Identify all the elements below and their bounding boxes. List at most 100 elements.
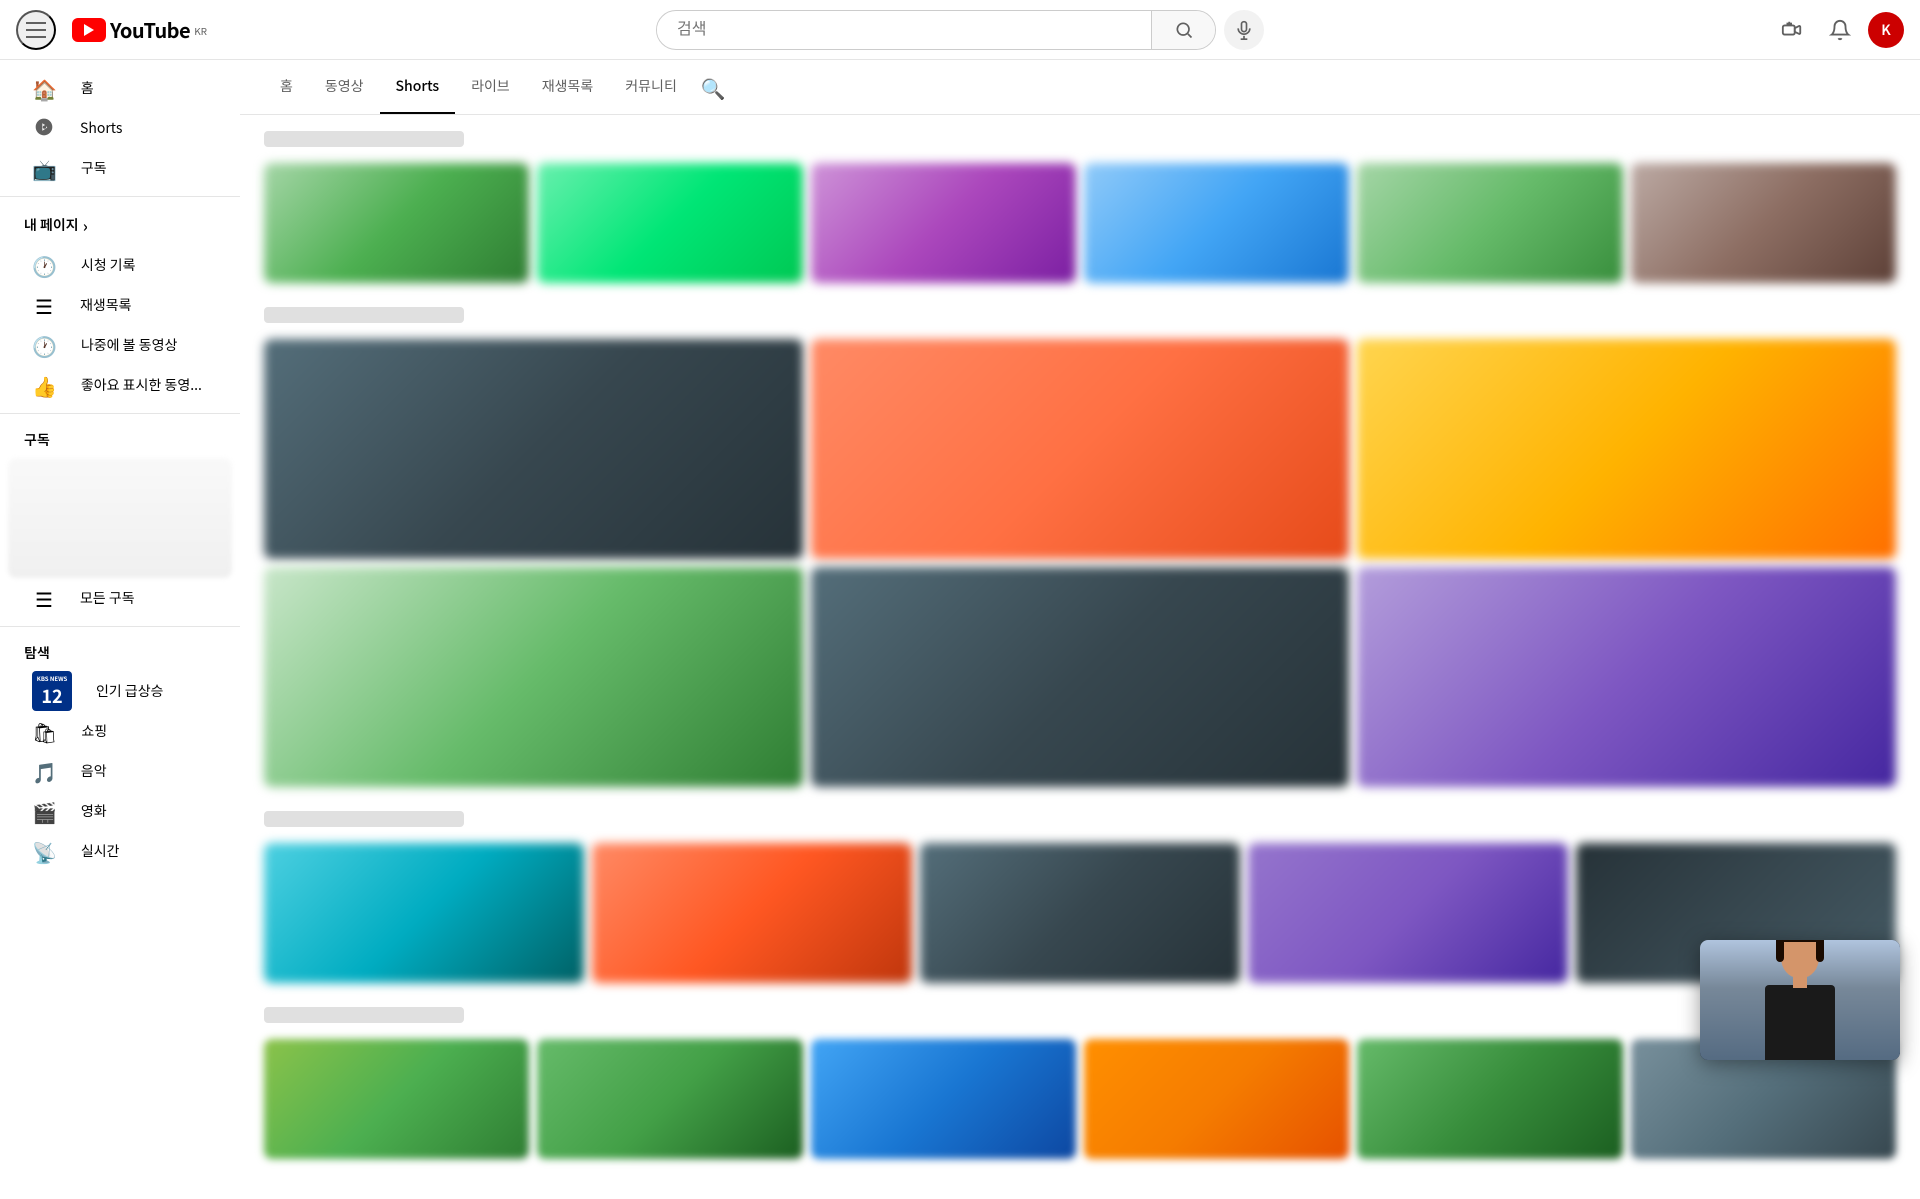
subscriptions-icon: 📺 (32, 154, 57, 183)
tab-playlist[interactable]: 재생목록 (526, 60, 610, 114)
thumb-4-3[interactable] (811, 1039, 1076, 1159)
search-button[interactable] (1151, 10, 1215, 50)
sidebar-item-all-subscriptions[interactable]: ☰ 모든 구독 (8, 578, 232, 618)
movies-icon: 🎬 (32, 797, 57, 826)
thumb-4-5[interactable] (1357, 1039, 1622, 1159)
notification-button[interactable] (1820, 10, 1860, 50)
header-left: YouTube KR (16, 10, 256, 50)
thumb-4-1[interactable] (264, 1039, 529, 1159)
row-4-header (264, 1007, 464, 1023)
create-icon (1781, 19, 1803, 41)
thumb-2-1[interactable] (264, 339, 803, 559)
kbs-number: 12 (41, 683, 62, 709)
content-area (240, 115, 1920, 1199)
sidebar-label-shorts: Shorts (80, 118, 122, 138)
thumb-2-6[interactable] (1357, 567, 1896, 787)
thumb-3-4[interactable] (1248, 843, 1568, 983)
bell-icon (1829, 19, 1851, 41)
thumb-3-1[interactable] (264, 843, 584, 983)
divider-2 (0, 413, 240, 414)
live-icon: 📡 (32, 837, 57, 866)
my-page-section[interactable]: 내 페이지 › (0, 205, 240, 245)
channel-tabs: 홈 동영상 Shorts 라이브 재생목록 커뮤니티 🔍 (240, 60, 1920, 115)
sidebar-item-trending[interactable]: KBS NEWS 12 인기 급상승 (8, 671, 232, 711)
mini-player[interactable] (1700, 940, 1900, 1060)
search-icon (1174, 20, 1194, 40)
mini-player-video (1700, 940, 1900, 1060)
playlist-icon: ☰ (32, 291, 56, 320)
sidebar-item-home[interactable]: 🏠 홈 (8, 68, 232, 108)
row-3-header (264, 811, 464, 827)
sidebar-item-subscriptions[interactable]: 📺 구독 (8, 148, 232, 188)
subscription-channels (8, 458, 232, 578)
thumb-1-2[interactable] (537, 163, 802, 283)
sidebar-item-shorts[interactable]: Shorts (8, 108, 232, 148)
mic-icon (1234, 20, 1254, 40)
sidebar-label-subscriptions: 구독 (81, 158, 107, 178)
sidebar-item-live[interactable]: 📡 실시간 (8, 831, 232, 871)
thumb-1-1[interactable] (264, 163, 529, 283)
thumb-3-3[interactable] (920, 843, 1240, 983)
history-icon: 🕐 (32, 251, 57, 280)
tab-videos[interactable]: 동영상 (309, 60, 380, 114)
kbs-thumbnail: KBS NEWS 12 (32, 671, 72, 711)
sidebar-item-history[interactable]: 🕐 시청 기록 (8, 245, 232, 285)
row-1-header (264, 131, 464, 147)
thumb-2-5[interactable] (811, 567, 1350, 787)
music-icon: 🎵 (32, 757, 57, 786)
sidebar-item-shopping[interactable]: 🛍 쇼핑 (8, 711, 232, 751)
video-row-3 (264, 811, 1896, 983)
row-2-grid (264, 339, 1896, 787)
shopping-icon: 🛍 (32, 717, 57, 746)
sidebar-item-music[interactable]: 🎵 음악 (8, 751, 232, 791)
shorts-icon (32, 114, 56, 143)
subscriptions-section: 구독 (0, 422, 240, 458)
kbs-news-label: KBS NEWS (37, 674, 68, 683)
all-subs-icon: ☰ (32, 584, 56, 613)
sidebar-item-watch-later[interactable]: 🕐 나중에 볼 동영상 (8, 325, 232, 365)
chevron-icon: › (83, 213, 88, 237)
thumb-2-2[interactable] (811, 339, 1350, 559)
tab-live[interactable]: 라이브 (455, 60, 526, 114)
create-button[interactable] (1772, 10, 1812, 50)
row-2-header (264, 307, 464, 323)
search-input[interactable] (657, 21, 1151, 39)
thumb-2-3[interactable] (1357, 339, 1896, 559)
divider-1 (0, 196, 240, 197)
thumb-4-4[interactable] (1084, 1039, 1349, 1159)
header-right: K (1664, 10, 1904, 50)
video-row-1 (264, 131, 1896, 283)
logo-text: YouTube (110, 15, 190, 44)
divider-3 (0, 626, 240, 627)
sidebar-item-liked[interactable]: 👍 좋아요 표시한 동영... (8, 365, 232, 405)
logo-kr: KR (194, 23, 207, 38)
thumb-2-4[interactable] (264, 567, 803, 787)
mic-button[interactable] (1224, 10, 1264, 50)
search-bar (656, 10, 1216, 50)
sidebar-item-movies[interactable]: 🎬 영화 (8, 791, 232, 831)
tab-home[interactable]: 홈 (264, 60, 309, 114)
sidebar-item-playlist[interactable]: ☰ 재생목록 (8, 285, 232, 325)
youtube-icon (72, 18, 106, 42)
thumb-1-3[interactable] (811, 163, 1076, 283)
tab-community[interactable]: 커뮤니티 (609, 60, 693, 114)
home-icon: 🏠 (32, 74, 57, 103)
liked-icon: 👍 (32, 371, 57, 400)
thumb-1-5[interactable] (1357, 163, 1622, 283)
thumb-1-4[interactable] (1084, 163, 1349, 283)
logo[interactable]: YouTube KR (72, 15, 207, 44)
menu-button[interactable] (16, 10, 56, 50)
blurred-row-1 (264, 163, 1896, 283)
thumb-3-2[interactable] (592, 843, 912, 983)
tab-search-icon[interactable]: 🔍 (693, 73, 734, 102)
header: YouTube KR (0, 0, 1920, 60)
video-row-4 (264, 1007, 1896, 1159)
blurred-row-3 (264, 843, 1896, 983)
explore-section: 탐색 (0, 635, 240, 671)
tab-shorts[interactable]: Shorts (380, 60, 456, 114)
sidebar: 🏠 홈 Shorts 📺 구독 내 페이지 › 🕐 시청 기록 ☰ 재생목록 🕐… (0, 60, 240, 1080)
thumb-4-2[interactable] (537, 1039, 802, 1159)
avatar[interactable]: K (1868, 12, 1904, 48)
thumb-1-6[interactable] (1631, 163, 1896, 283)
video-row-2 (264, 307, 1896, 787)
